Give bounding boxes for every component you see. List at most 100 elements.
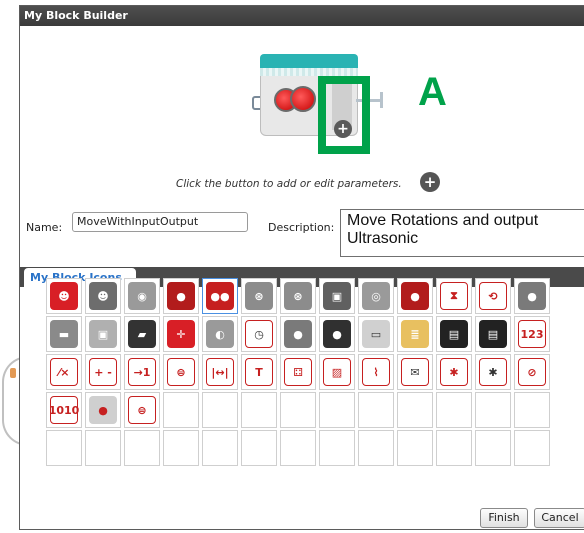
icon-cell[interactable]: →1 xyxy=(124,354,160,390)
icon-cell[interactable]: ≣ xyxy=(397,316,433,352)
large-motor-red-icon: ● xyxy=(167,282,195,310)
icon-cell[interactable]: ✱ xyxy=(436,354,472,390)
empty-icon-cell[interactable] xyxy=(163,392,199,428)
empty-icon-cell[interactable] xyxy=(202,430,238,466)
icon-cell[interactable]: ⚃ xyxy=(280,354,316,390)
envelope-icon: ✉ xyxy=(401,358,429,386)
empty-icon-cell[interactable] xyxy=(202,392,238,428)
empty-icon-cell[interactable] xyxy=(436,392,472,428)
icon-grid: ☻ ☻ ◉ ● ●● ⊛ ⊛ ▣ ◎ ● ⧗ ⟲ ● ▬ ▣ ▰ ✛ ◐ ◷ ● ● ▭ ≣ ▤ ▤ 123 ⁄× + - →1 ⊜ |↔|… xyxy=(46,278,584,470)
block-preview-area: + A Click the button to add or edit para… xyxy=(20,26,584,194)
empty-icon-cell[interactable] xyxy=(475,392,511,428)
name-label: Name: xyxy=(26,221,63,234)
binary-icon: 1010 xyxy=(49,396,79,424)
empty-icon-cell[interactable] xyxy=(397,392,433,428)
icon-cell[interactable]: ● xyxy=(397,278,433,314)
icon-cell[interactable]: ▤ xyxy=(436,316,472,352)
icon-cell[interactable]: ● xyxy=(85,392,121,428)
icon-cell[interactable]: ⊜ xyxy=(163,354,199,390)
icon-cell[interactable]: ⊘ xyxy=(514,354,550,390)
icon-cell[interactable]: ▤ xyxy=(475,316,511,352)
icon-cell[interactable]: ⊜ xyxy=(124,392,160,428)
icon-cell[interactable]: ◐ xyxy=(202,316,238,352)
icon-cell[interactable]: ✱ xyxy=(475,354,511,390)
ir-sensor-icon: ▰ xyxy=(128,320,156,348)
motor-disc-icon: ● xyxy=(89,396,117,424)
icon-cell[interactable]: ▣ xyxy=(319,278,355,314)
empty-icon-cell[interactable] xyxy=(436,430,472,466)
empty-icon-cell[interactable] xyxy=(358,392,394,428)
icon-cell[interactable]: ☻ xyxy=(85,278,121,314)
math-ops-icon: + - xyxy=(89,358,117,386)
empty-icon-cell[interactable] xyxy=(241,430,277,466)
sensor-gray-icon: ▬ xyxy=(50,320,78,348)
empty-icon-cell[interactable] xyxy=(124,430,160,466)
array-icon: 123 xyxy=(518,320,546,348)
icon-cell[interactable]: ▰ xyxy=(124,316,160,352)
icon-cell[interactable]: 1010 xyxy=(46,392,82,428)
round-icon: →1 xyxy=(128,358,156,386)
icon-cell[interactable]: ▨ xyxy=(319,354,355,390)
icon-cell[interactable]: |↔| xyxy=(202,354,238,390)
icon-cell[interactable]: ▭ xyxy=(358,316,394,352)
icon-cell[interactable]: ◉ xyxy=(124,278,160,314)
empty-icon-cell[interactable] xyxy=(163,430,199,466)
block-header-stripe xyxy=(260,68,358,76)
move-tank-icon: ⊛ xyxy=(284,282,312,310)
add-parameter-plus-icon[interactable]: + xyxy=(420,172,440,192)
icon-cell[interactable]: 123 xyxy=(514,316,550,352)
icon-cell[interactable]: ● xyxy=(319,316,355,352)
switch-icon: ⊜ xyxy=(128,396,156,424)
icon-cell[interactable]: T xyxy=(241,354,277,390)
empty-icon-cell[interactable] xyxy=(514,392,550,428)
icon-cell[interactable]: ●● xyxy=(202,278,238,314)
my-block-builder-dialog: My Block Builder + A Click the button to… xyxy=(19,5,584,530)
display-icon: ▣ xyxy=(323,282,351,310)
motor-icon xyxy=(290,86,316,112)
icon-cell[interactable]: ⧗ xyxy=(436,278,472,314)
icon-cell[interactable]: ◷ xyxy=(241,316,277,352)
icon-cell[interactable]: ⟲ xyxy=(475,278,511,314)
math-icon: ⁄× xyxy=(50,358,78,386)
icon-cell[interactable]: ☻ xyxy=(46,278,82,314)
icon-cell[interactable]: ▬ xyxy=(46,316,82,352)
icon-cell[interactable]: ▣ xyxy=(85,316,121,352)
loop-interrupt-icon: ⟲ xyxy=(479,282,507,310)
icon-cell[interactable]: ✉ xyxy=(397,354,433,390)
icon-cell[interactable]: ✛ xyxy=(163,316,199,352)
description-input[interactable]: Move Rotations and output Ultrasonic xyxy=(340,209,584,257)
icon-cell[interactable]: ⊛ xyxy=(241,278,277,314)
medium-motor-2-icon: ● xyxy=(518,282,546,310)
icon-cell[interactable]: ◎ xyxy=(358,278,394,314)
icon-cell[interactable]: ● xyxy=(514,278,550,314)
medium-motor-icon: ● xyxy=(401,282,429,310)
empty-icon-cell[interactable] xyxy=(475,430,511,466)
empty-icon-cell[interactable] xyxy=(85,430,121,466)
empty-icon-cell[interactable] xyxy=(241,392,277,428)
add-parameter-hint: Click the button to add or edit paramete… xyxy=(176,178,402,190)
compare-icon: ⊜ xyxy=(167,358,195,386)
empty-icon-cell[interactable] xyxy=(319,392,355,428)
cancel-button[interactable]: Cancel xyxy=(534,508,584,528)
empty-icon-cell[interactable] xyxy=(46,430,82,466)
screenshot-stage: My Block Builder + A Click the button to… xyxy=(0,0,584,533)
icon-cell[interactable]: ● xyxy=(163,278,199,314)
empty-icon-cell[interactable] xyxy=(280,430,316,466)
empty-icon-cell[interactable] xyxy=(397,430,433,466)
icon-cell[interactable]: ⁄× xyxy=(46,354,82,390)
empty-icon-cell[interactable] xyxy=(319,430,355,466)
lock-briefcase-icon: ▤ xyxy=(479,320,507,348)
icon-cell[interactable]: ⌇ xyxy=(358,354,394,390)
oscilloscope-icon: ⌇ xyxy=(362,358,390,386)
brain-gray-icon: ☻ xyxy=(89,282,117,310)
sound-icon: ◎ xyxy=(362,282,390,310)
icon-cell[interactable]: + - xyxy=(85,354,121,390)
empty-icon-cell[interactable] xyxy=(358,430,394,466)
name-input[interactable]: MoveWithInputOutput xyxy=(72,212,248,232)
touch-sensor-icon: ▣ xyxy=(89,320,117,348)
icon-cell[interactable]: ⊛ xyxy=(280,278,316,314)
finish-button[interactable]: Finish xyxy=(480,508,528,528)
empty-icon-cell[interactable] xyxy=(280,392,316,428)
icon-cell[interactable]: ● xyxy=(280,316,316,352)
empty-icon-cell[interactable] xyxy=(514,430,550,466)
